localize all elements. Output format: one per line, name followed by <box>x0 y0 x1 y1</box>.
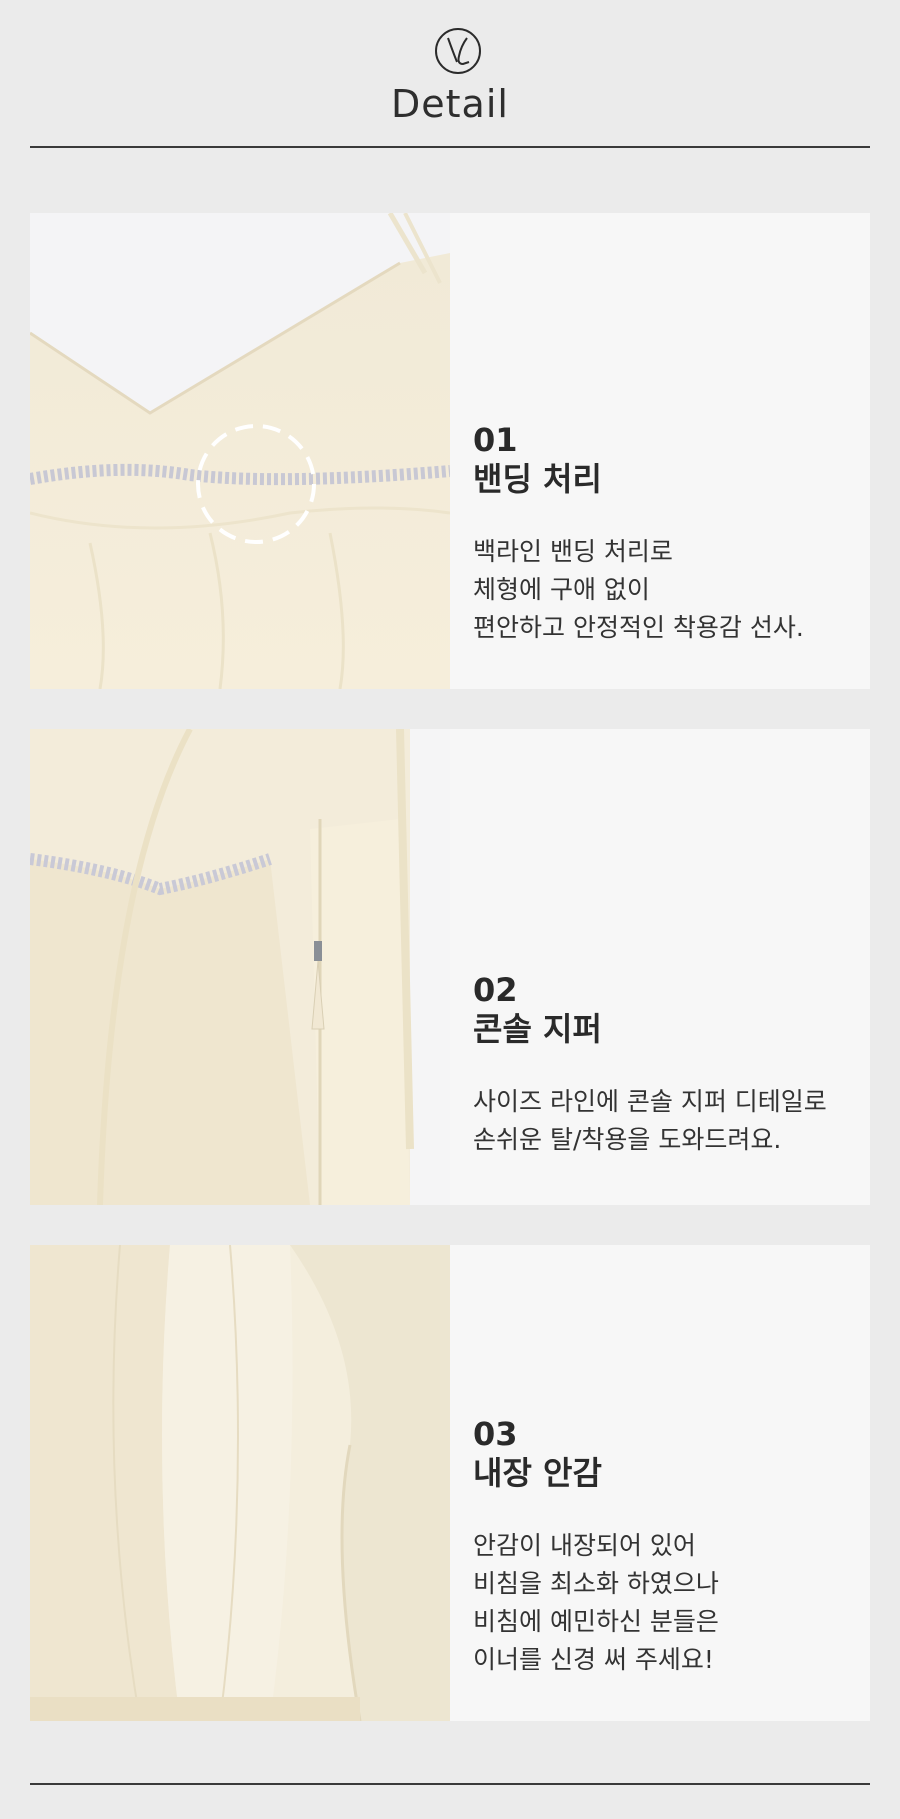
detail-card-2: 02 콘솔 지퍼 사이즈 라인에 콘솔 지퍼 디테일로 손쉬운 탈/착용을 도와… <box>30 729 870 1205</box>
detail-photo-lining <box>30 1245 450 1721</box>
detail-number: 01 <box>473 421 518 459</box>
detail-text-3: 03 내장 안감 안감이 내장되어 있어 비침을 최소화 하였으나 비침에 예민… <box>473 1415 863 1679</box>
footer-divider <box>30 1783 870 1785</box>
detail-text-2: 02 콘솔 지퍼 사이즈 라인에 콘솔 지퍼 디테일로 손쉬운 탈/착용을 도와… <box>473 971 863 1159</box>
detail-card-3: 03 내장 안감 안감이 내장되어 있어 비침을 최소화 하였으나 비침에 예민… <box>30 1245 870 1721</box>
detail-photo-zipper <box>30 729 450 1205</box>
detail-photo-banding <box>30 213 450 689</box>
page-header: Detail <box>0 0 900 150</box>
detail-card-1: 01 밴딩 처리 백라인 밴딩 처리로 체형에 구애 없이 편안하고 안정적인 … <box>30 213 870 689</box>
detail-number: 03 <box>473 1415 518 1453</box>
detail-heading: 콘솔 지퍼 <box>473 1010 602 1048</box>
detail-description: 백라인 밴딩 처리로 체형에 구애 없이 편안하고 안정적인 착용감 선사. <box>473 537 804 642</box>
detail-number: 02 <box>473 971 518 1009</box>
brand-logo-icon <box>435 28 481 74</box>
detail-description: 사이즈 라인에 콘솔 지퍼 디테일로 손쉬운 탈/착용을 도와드려요. <box>473 1087 827 1154</box>
detail-heading: 내장 안감 <box>473 1454 602 1492</box>
detail-heading: 밴딩 처리 <box>473 460 602 498</box>
detail-text-1: 01 밴딩 처리 백라인 밴딩 처리로 체형에 구애 없이 편안하고 안정적인 … <box>473 421 863 647</box>
detail-description: 안감이 내장되어 있어 비침을 최소화 하였으나 비침에 예민하신 분들은 이너… <box>473 1531 719 1674</box>
header-divider <box>30 146 870 148</box>
page-title: Detail <box>391 82 509 126</box>
